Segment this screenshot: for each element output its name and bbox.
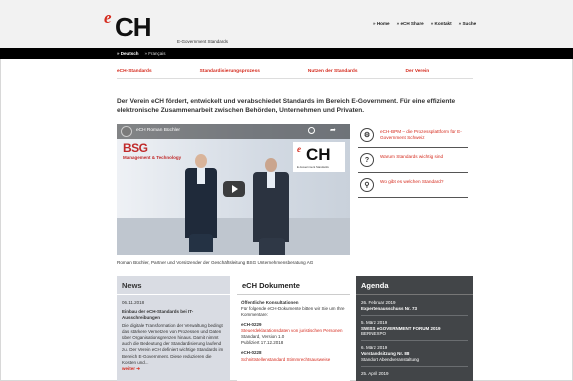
news-heading: News [117, 276, 230, 295]
intro-text: Der Verein eCH fördert, entwickelt und v… [117, 98, 456, 114]
video-ech-logo: e CH E-Government Standards [293, 142, 345, 172]
agenda-title: Expertenausschuss Nr. 73 [361, 305, 418, 311]
logo-ch: CH [115, 12, 152, 42]
mainnav-nutzen[interactable]: Nutzen der Standards [308, 69, 358, 74]
news-date: 06.11.2018 [122, 300, 145, 305]
news-panel: News 06.11.2018 Einbau der eCH-Standards… [117, 276, 230, 381]
share-icon[interactable]: ➦ [330, 126, 336, 134]
question-icon: ? [360, 153, 374, 167]
search-icon: ⚲ [360, 178, 374, 192]
quick-links: ⚙ eCH-BPM – die Prozessplattform für E-G… [358, 126, 468, 201]
logo-e: e [104, 8, 112, 27]
documents-panel: eCH Dokumente Öffentliche Konsultationen… [237, 276, 350, 381]
bsg-logo: BSG [123, 141, 148, 155]
news-text: Die digitale Transformation der Verwaltu… [122, 323, 224, 365]
top-navigation: » Home » eCH Share » Kontakt » Suche [373, 21, 476, 26]
video-caption: Roman Büchler, Partner und Vorsitzender … [117, 260, 314, 265]
agenda-item[interactable]: 5. März 2019 SWISS eGOVERNMENT FORUM 201… [361, 320, 468, 342]
mainnav-ech-standards[interactable]: eCH-Standards [117, 69, 152, 74]
agenda-item[interactable]: 6. März 2019 Vorstandsitzung Nr. 88 Stan… [361, 345, 468, 367]
quicklink-why-standards[interactable]: ? Warum Standards wichtig sind [358, 151, 468, 173]
news-title[interactable]: Einbau der eCH-Standards bei IT-Ausschre… [122, 309, 225, 321]
documents-heading: eCH Dokumente [237, 276, 350, 295]
consultation-text: Für folgende eCH-Dokumente bitten wir Si… [241, 306, 345, 318]
quicklink-label[interactable]: eCH-BPM – die Prozessplattform für E-Gov… [380, 129, 466, 141]
agenda-item[interactable]: 25. April 2019 [361, 371, 468, 380]
language-bar: » Deutsch » Français [0, 48, 573, 59]
mainnav-verein[interactable]: Der Verein [405, 69, 429, 74]
video-logo-ch: CH [306, 145, 331, 164]
agenda-date: 25. April 2019 [361, 370, 389, 376]
site-header: e CH E-Government Standards » Home » eCH… [0, 0, 573, 48]
agenda-heading: Agenda [356, 276, 473, 295]
video-logo-e: e [297, 144, 301, 154]
topnav-ech-share[interactable]: » eCH Share [397, 21, 424, 26]
channel-avatar[interactable] [121, 126, 132, 137]
topnav-kontakt[interactable]: » Kontakt [431, 21, 452, 26]
bsg-tagline: Management & Technology [123, 155, 182, 160]
news-more-link[interactable]: weiter ➔ [122, 366, 225, 372]
agenda-panel: Agenda 26. Februar 2019 Expertenausschus… [356, 276, 473, 381]
topnav-home[interactable]: » Home [373, 21, 390, 26]
video-floor [117, 218, 350, 255]
video-player[interactable]: BSG Management & Technology e CH E-Gover… [117, 124, 350, 255]
agenda-location: BERNEXPO [361, 331, 387, 337]
logo-tagline: E-Government Standards [177, 39, 229, 44]
video-title[interactable]: eCH Roman Büchler [136, 128, 180, 133]
main-navigation: eCH-Standards Standardisierungsprozess N… [117, 69, 473, 79]
lang-francais[interactable]: » Français [145, 51, 166, 56]
quicklink-bpm[interactable]: ⚙ eCH-BPM – die Prozessplattform für E-G… [358, 126, 468, 148]
bpm-icon: ⚙ [360, 128, 374, 142]
mainnav-standardisierungsprozess[interactable]: Standardisierungsprozess [200, 69, 260, 74]
quicklink-find-standard[interactable]: ⚲ Wo gibt es welchen Standard? [358, 176, 468, 198]
document-link[interactable]: Schnittstellenstandard Stimmrechtsauswei… [241, 357, 346, 363]
video-logo-tagline: E-Government Standards [297, 165, 329, 169]
topnav-suche[interactable]: » Suche [459, 21, 477, 26]
quicklink-label[interactable]: Warum Standards wichtig sind [380, 154, 466, 160]
lang-deutsch[interactable]: » Deutsch [117, 51, 139, 56]
watch-later-icon[interactable] [308, 127, 315, 134]
quicklink-label[interactable]: Wo gibt es welchen Standard? [380, 179, 466, 185]
agenda-location: Standort Abendveranstaltung [361, 356, 420, 362]
agenda-item[interactable]: 26. Februar 2019 Expertenausschuss Nr. 7… [361, 300, 468, 316]
play-button[interactable] [223, 181, 245, 197]
